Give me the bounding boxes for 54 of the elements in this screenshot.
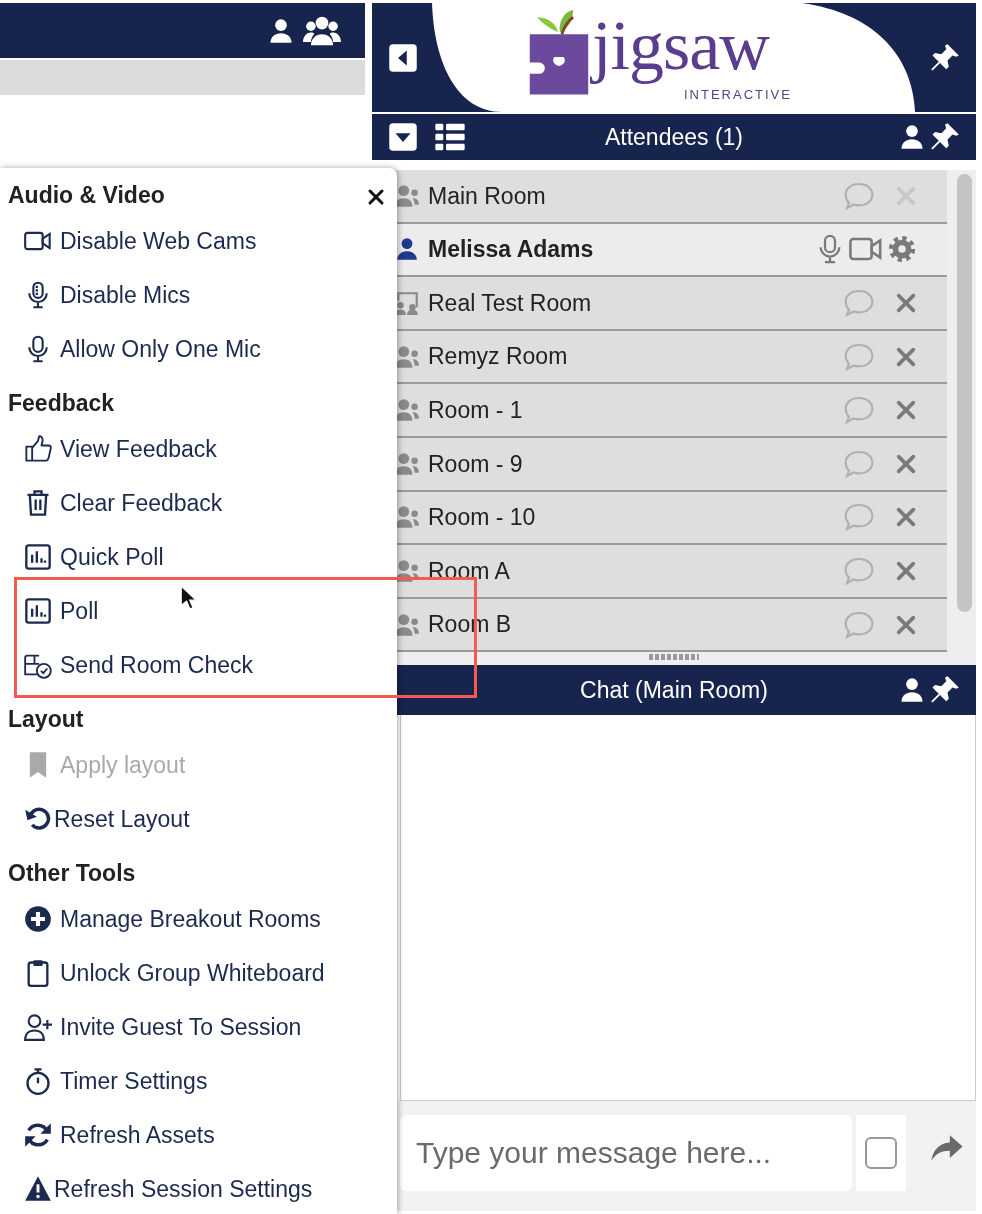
collapse-left-icon[interactable] xyxy=(388,42,418,73)
section-heading: Layout xyxy=(8,706,84,732)
refresh-icon xyxy=(24,1121,52,1149)
user-plus-icon xyxy=(24,1013,52,1041)
menu-item[interactable]: Unlock Group Whiteboard xyxy=(0,953,397,993)
remove-icon[interactable] xyxy=(895,506,917,529)
menu-item[interactable]: Refresh Session Settings xyxy=(0,1169,397,1209)
collapse-icon[interactable] xyxy=(388,122,418,152)
logo-wordmark: jigsaw xyxy=(592,5,771,86)
pin-icon[interactable] xyxy=(930,42,960,73)
undo-icon xyxy=(24,805,52,833)
group-icon xyxy=(394,611,420,638)
close-icon xyxy=(367,187,385,206)
bar-chart-icon xyxy=(24,543,52,571)
group-icon xyxy=(394,343,420,370)
group-icon xyxy=(394,397,420,424)
group-icon xyxy=(394,450,420,477)
logo-tagline: INTERACTIVE xyxy=(684,86,792,102)
menu-item[interactable]: Timer Settings xyxy=(0,1061,397,1101)
menu-item[interactable]: Manage Breakout Rooms xyxy=(0,899,397,939)
message-field[interactable]: Type your message here... xyxy=(400,1115,852,1191)
user-icon xyxy=(394,236,420,263)
list-icon[interactable] xyxy=(434,121,466,153)
chat-bubble-icon[interactable] xyxy=(843,394,875,427)
menu-item[interactable]: Invite Guest To Session xyxy=(0,1007,397,1047)
remove-icon[interactable] xyxy=(895,452,917,475)
remove-icon[interactable] xyxy=(895,345,917,368)
presenter-icon xyxy=(394,290,420,316)
chat-bubble-icon[interactable] xyxy=(843,501,875,534)
remove-icon[interactable] xyxy=(895,613,917,636)
group-icon xyxy=(394,504,420,531)
menu-item[interactable]: Reset Layout xyxy=(0,799,397,839)
thumbs-up-icon xyxy=(24,435,52,463)
section-heading: Other Tools xyxy=(8,860,136,886)
group-icon xyxy=(394,182,420,209)
stopwatch-icon xyxy=(24,1067,52,1095)
bar-chart-icon xyxy=(24,597,52,625)
panel-title: Attendees (1) xyxy=(603,122,745,152)
checkbox[interactable] xyxy=(865,1137,897,1169)
plus-circle-icon xyxy=(24,905,52,933)
settings-icon[interactable] xyxy=(887,234,917,265)
resize-handle[interactable] xyxy=(649,654,699,661)
remove-icon[interactable] xyxy=(895,292,917,314)
pin-icon[interactable] xyxy=(930,122,960,152)
scrollbar[interactable] xyxy=(957,174,972,612)
section-heading: Audio & Video xyxy=(8,182,165,208)
remove-icon[interactable] xyxy=(895,399,917,422)
remove-icon[interactable] xyxy=(895,559,917,582)
pin-icon[interactable] xyxy=(930,675,960,705)
menu-item[interactable]: Refresh Assets xyxy=(0,1115,397,1155)
section-heading: Feedback xyxy=(8,390,115,416)
warning-icon xyxy=(24,1175,52,1203)
panel-title: Chat (Main Room) xyxy=(579,675,769,705)
chat-bubble-icon[interactable] xyxy=(843,287,875,319)
